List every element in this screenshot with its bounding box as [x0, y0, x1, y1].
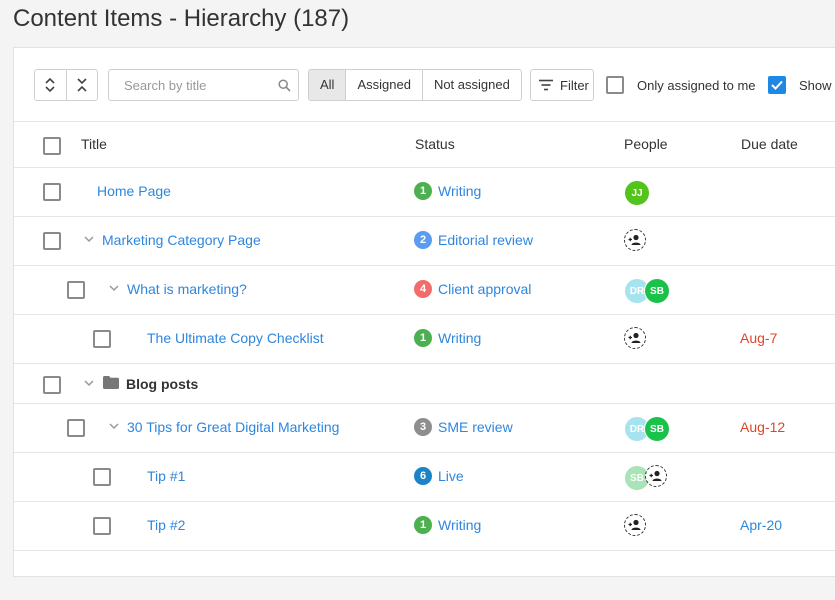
row-checkbox[interactable]: [67, 419, 85, 437]
segment-all[interactable]: All: [309, 70, 346, 100]
folder-title: Blog posts: [126, 376, 199, 392]
people-cell: [624, 327, 646, 349]
item-title-link[interactable]: Tip #1: [147, 468, 185, 484]
avatar[interactable]: JJ: [624, 180, 650, 206]
row-checkbox[interactable]: [43, 232, 61, 250]
expand-collapse-group: [34, 69, 98, 101]
item-title-link[interactable]: Tip #2: [147, 517, 185, 533]
table-row[interactable]: Tip #1 6 Live SB: [14, 452, 835, 502]
filter-button[interactable]: Filter: [530, 69, 594, 101]
table-row[interactable]: The Ultimate Copy Checklist 1 Writing Au…: [14, 314, 835, 364]
column-header-due-date[interactable]: Due date: [741, 136, 798, 152]
due-date: Aug-12: [740, 419, 786, 435]
chevron-down-icon[interactable]: [108, 419, 120, 437]
status-label: Live: [438, 468, 464, 484]
search-input[interactable]: [122, 77, 276, 94]
page-title: Content Items - Hierarchy (187): [13, 5, 350, 32]
item-title-link[interactable]: Home Page: [97, 183, 171, 199]
people-cell: DR SB: [624, 278, 670, 304]
search-icon: [278, 79, 291, 97]
column-header-people[interactable]: People: [624, 136, 668, 152]
collapse-icon: [77, 78, 87, 92]
segment-not-assigned[interactable]: Not assigned: [421, 70, 521, 100]
folder-icon: [103, 376, 119, 394]
status-cell[interactable]: 1 Writing: [414, 516, 481, 534]
table-row: [14, 550, 835, 600]
checkmark-icon: [771, 80, 783, 90]
table-row[interactable]: 30 Tips for Great Digital Marketing 3 SM…: [14, 403, 835, 453]
status-label: Editorial review: [438, 232, 533, 248]
status-step-badge: 1: [414, 516, 432, 534]
due-date: Aug-7: [740, 330, 778, 346]
status-step-badge: 4: [414, 280, 432, 298]
expand-icon: [45, 77, 55, 93]
table-row[interactable]: Marketing Category Page 2 Editorial revi…: [14, 216, 835, 266]
item-title-link[interactable]: Marketing Category Page: [102, 232, 261, 248]
select-all-checkbox[interactable]: [43, 137, 61, 155]
status-label: Client approval: [438, 281, 532, 297]
item-title-link[interactable]: 30 Tips for Great Digital Marketing: [127, 419, 339, 435]
item-title-link[interactable]: The Ultimate Copy Checklist: [147, 330, 324, 346]
row-checkbox[interactable]: [67, 281, 85, 299]
show-checkbox[interactable]: [768, 76, 786, 94]
people-cell: SB: [624, 465, 667, 491]
collapse-all-button[interactable]: [65, 70, 98, 100]
row-checkbox[interactable]: [93, 330, 111, 348]
column-header-status[interactable]: Status: [415, 136, 455, 152]
status-cell[interactable]: 1 Writing: [414, 329, 481, 347]
people-cell: JJ: [624, 180, 650, 206]
row-checkbox[interactable]: [93, 517, 111, 535]
filter-label: Filter: [560, 77, 589, 93]
toolbar-divider: [14, 121, 835, 122]
status-step-badge: 2: [414, 231, 432, 249]
avatar[interactable]: SB: [644, 278, 670, 304]
chevron-down-icon[interactable]: [83, 376, 95, 394]
row-checkbox[interactable]: [93, 468, 111, 486]
show-option: Show: [768, 76, 832, 94]
item-title-link[interactable]: What is marketing?: [127, 281, 247, 297]
table-row[interactable]: Tip #2 1 Writing Apr-20: [14, 501, 835, 551]
status-step-badge: 6: [414, 467, 432, 485]
status-cell[interactable]: 1 Writing: [414, 182, 481, 200]
expand-all-button[interactable]: [35, 70, 66, 100]
column-header-title[interactable]: Title: [81, 136, 107, 152]
table-row[interactable]: Home Page 1 Writing JJ: [14, 167, 835, 217]
status-cell[interactable]: 6 Live: [414, 467, 464, 485]
status-cell[interactable]: 2 Editorial review: [414, 231, 533, 249]
search-box: [108, 69, 299, 101]
table-row[interactable]: What is marketing? 4 Client approval DR …: [14, 265, 835, 315]
status-step-badge: 1: [414, 329, 432, 347]
assign-person-icon[interactable]: [624, 327, 646, 349]
people-cell: [624, 514, 646, 536]
status-cell[interactable]: 4 Client approval: [414, 280, 531, 298]
status-label: SME review: [438, 419, 513, 435]
table-row-folder[interactable]: Blog posts: [14, 363, 835, 404]
only-assigned-checkbox[interactable]: [606, 76, 624, 94]
chevron-down-icon[interactable]: [108, 281, 120, 299]
status-label: Writing: [438, 330, 482, 346]
content-items-panel: All Assigned Not assigned Filter Only as…: [13, 47, 835, 577]
chevron-down-icon[interactable]: [83, 232, 95, 250]
assignment-segmented-control: All Assigned Not assigned: [308, 69, 522, 101]
row-checkbox[interactable]: [43, 376, 61, 394]
status-step-badge: 3: [414, 418, 432, 436]
status-step-badge: 1: [414, 182, 432, 200]
status-label: Writing: [438, 517, 482, 533]
show-label: Show: [799, 77, 832, 93]
status-label: Writing: [438, 183, 482, 199]
segment-assigned[interactable]: Assigned: [345, 70, 421, 100]
avatar[interactable]: SB: [644, 416, 670, 442]
filter-icon: [539, 79, 553, 91]
people-cell: [624, 229, 646, 251]
assign-person-icon[interactable]: [645, 465, 667, 487]
assign-person-icon[interactable]: [624, 514, 646, 536]
assign-person-icon[interactable]: [624, 229, 646, 251]
due-date: Apr-20: [740, 517, 783, 533]
only-assigned-label: Only assigned to me: [637, 77, 756, 93]
people-cell: DR SB: [624, 416, 670, 442]
status-cell[interactable]: 3 SME review: [414, 418, 513, 436]
only-assigned-option: Only assigned to me: [606, 76, 756, 94]
row-checkbox[interactable]: [43, 183, 61, 201]
